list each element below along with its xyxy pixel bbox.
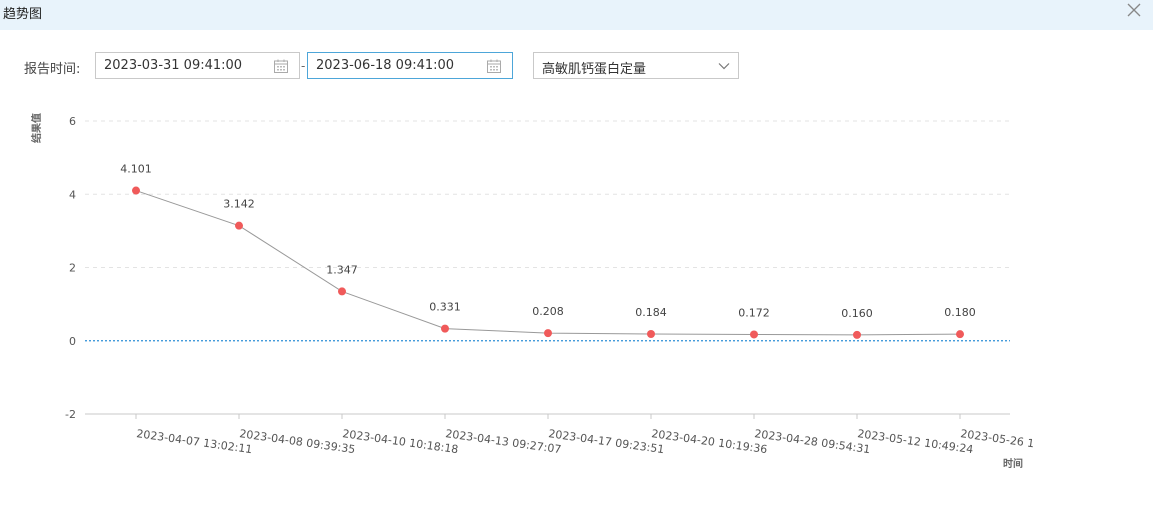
x-tick-label: 2023-04-10 10:18:18 [342,427,460,456]
data-label: 0.160 [841,307,873,320]
x-tick-label: 2023-04-17 09:23:51 [548,427,666,456]
y-tick-label: 6 [69,115,76,128]
data-point [441,324,449,333]
data-label: 1.347 [326,263,358,276]
y-tick-label: 2 [69,262,76,275]
x-tick-label: 2023-04-07 13:02:11 [136,427,254,456]
x-tick-label: 2023-04-28 09:54:31 [754,427,872,456]
data-label: 0.172 [738,306,770,319]
x-tick-label: 2023-04-08 09:39:35 [239,427,357,456]
data-point [544,329,552,338]
data-point [750,330,758,339]
y-axis-title: 结果值 [30,113,43,143]
data-label: 0.184 [635,306,667,319]
x-tick-label: 2023-05-12 10:49:24 [857,427,975,456]
y-tick-label: -2 [65,408,76,421]
data-point [853,330,861,339]
x-tick-label: 2023-04-20 10:19:36 [651,427,769,456]
data-point [235,221,243,230]
data-label: 0.208 [532,305,564,318]
data-point [647,330,655,339]
data-point [132,186,140,195]
y-tick-label: 0 [69,335,76,348]
trend-chart: -2 0 2 4 6 结果值 2023-04-07 13:02:112023-04-08 0… [30,113,1035,470]
data-point [956,330,964,339]
data-point [338,287,346,296]
x-tick-label: 2023-04-13 09:27:07 [445,427,563,456]
y-tick-label: 4 [69,188,76,201]
data-label: 0.180 [944,306,976,319]
x-axis-title: 时间 [1003,457,1023,470]
data-label: 0.331 [429,301,461,314]
data-label: 3.142 [223,198,255,211]
data-label: 4.101 [120,163,152,176]
